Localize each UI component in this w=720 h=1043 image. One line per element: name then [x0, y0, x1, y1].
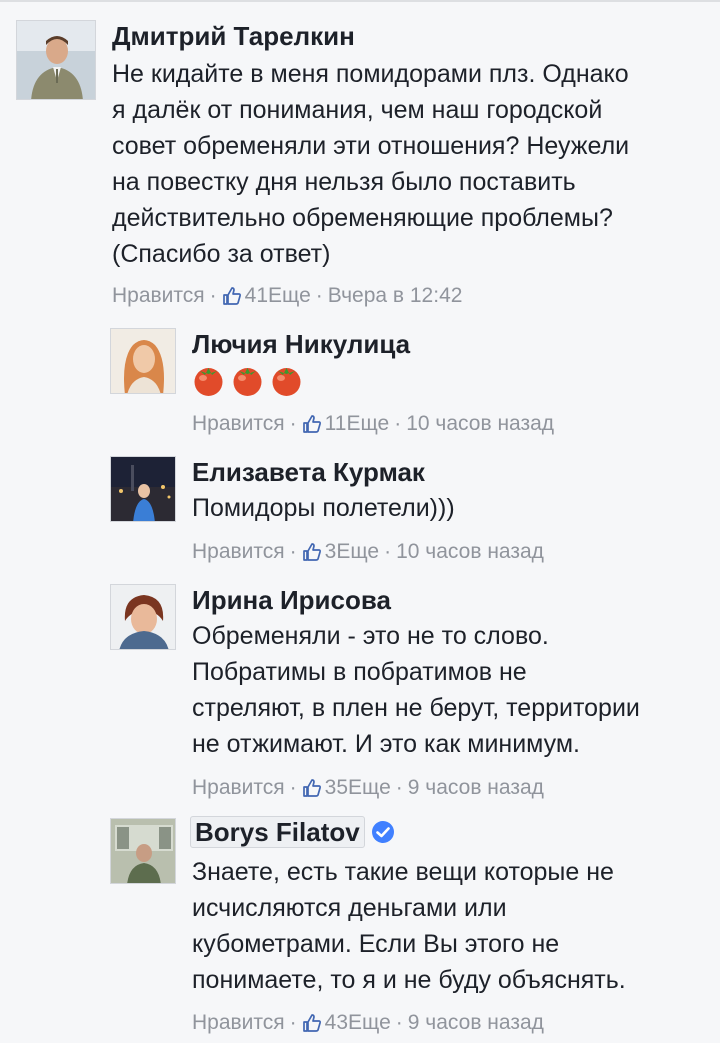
comment-line: исчисляются деньгами или	[192, 894, 507, 922]
meta-separator: ·	[395, 776, 403, 799]
like-count[interactable]: 3	[325, 538, 337, 566]
like-count[interactable]: 41	[245, 282, 268, 310]
comment-line: действительно обременяющие проблемы?	[112, 204, 613, 232]
comment-line: кубометрами. Если Вы этого не	[192, 930, 560, 958]
comment-line: Знаете, есть такие вещи которые не	[192, 858, 614, 886]
like-link[interactable]: Нравится	[192, 538, 285, 566]
reply-elizaveta: Елизавета Курмак Помидоры полетели))) Нр…	[0, 450, 720, 580]
more-link[interactable]: Еще	[348, 1009, 391, 1037]
comment-line: Побратимы в побратимов не	[192, 658, 527, 686]
author-name-highlight[interactable]: Borys Filatov	[190, 816, 365, 848]
comment-line: понимаете, то я и не буду объяснять.	[192, 966, 626, 994]
avatar[interactable]	[16, 20, 96, 100]
like-count[interactable]: 35	[325, 774, 348, 802]
tomato-icon	[231, 364, 264, 397]
comment-line: Обременяли - это не то слово.	[192, 622, 549, 650]
meta-separator: ·	[384, 540, 392, 563]
meta-separator: ·	[289, 412, 297, 435]
avatar[interactable]	[110, 584, 176, 650]
comment-dmitry: Дмитрий Тарелкин Не кидайте в меня помид…	[0, 0, 720, 320]
meta-separator: ·	[315, 284, 323, 307]
comment-line: Не кидайте в меня помидорами плз. Однако	[112, 60, 629, 88]
comment-line: совет обременяли эти отношения? Неужели	[112, 132, 630, 160]
comment-time[interactable]: 9 часов назад	[408, 1009, 544, 1037]
meta-separator: ·	[395, 1011, 403, 1034]
thumbs-up-icon	[302, 414, 322, 434]
avatar[interactable]	[110, 328, 176, 394]
like-count[interactable]: 11	[325, 410, 347, 438]
reply-irina: Ирина Ирисова Обременяли - это не то сло…	[0, 580, 720, 810]
meta-separator: ·	[289, 776, 297, 799]
like-link[interactable]: Нравится	[192, 774, 285, 802]
comment-author[interactable]: Лючия Никулица	[192, 328, 410, 360]
like-link[interactable]: Нравится	[112, 282, 205, 310]
comment-meta: Нравится · 11 Еще · 10 часов назад	[192, 410, 554, 438]
comment-meta: Нравится · 43 Еще · 9 часов назад	[192, 1009, 544, 1037]
comment-time[interactable]: Вчера в 12:42	[328, 282, 463, 310]
more-link[interactable]: Еще	[336, 538, 379, 566]
avatar[interactable]	[110, 818, 176, 884]
reply-borys: Borys Filatov Знаете, есть такие вещи ко…	[0, 810, 720, 1043]
meta-separator: ·	[289, 540, 297, 563]
comment-line: (Спасибо за ответ)	[112, 240, 331, 268]
more-link[interactable]: Еще	[268, 282, 311, 310]
comment-time[interactable]: 10 часов назад	[406, 410, 554, 438]
thumbs-up-icon	[302, 542, 322, 562]
comment-author[interactable]: Елизавета Курмак	[192, 456, 425, 488]
verified-badge-icon	[371, 819, 395, 843]
comment-time[interactable]: 9 часов назад	[408, 774, 544, 802]
reply-luchia: Лючия Никулица Нравится · 11 Еще · 10 ча…	[0, 320, 720, 450]
comment-line: Помидоры полетели)))	[192, 494, 455, 522]
comment-line: стреляют, в плен не берут, территории	[192, 694, 640, 722]
thumbs-up-icon	[222, 286, 242, 306]
thumbs-up-icon	[302, 1013, 322, 1033]
thumbs-up-icon	[302, 778, 322, 798]
comment-meta: Нравится · 3 Еще · 10 часов назад	[192, 538, 544, 566]
comment-line: не отжимают. И это как минимум.	[192, 730, 581, 758]
comment-meta: Нравится · 41 Еще · Вчера в 12:42	[112, 282, 462, 310]
like-link[interactable]: Нравится	[192, 1009, 285, 1037]
comment-line: я далёк от понимания, чем наш городской	[112, 96, 603, 124]
like-link[interactable]: Нравится	[192, 410, 285, 438]
tomato-icon	[192, 364, 225, 397]
comment-line: на повестку дня нельзя было поставить	[112, 168, 576, 196]
like-count[interactable]: 43	[325, 1009, 348, 1037]
comment-time[interactable]: 10 часов назад	[396, 538, 544, 566]
avatar[interactable]	[110, 456, 176, 522]
more-link[interactable]: Еще	[346, 410, 389, 438]
comment-author[interactable]: Ирина Ирисова	[192, 584, 391, 616]
meta-separator: ·	[394, 412, 402, 435]
more-link[interactable]: Еще	[348, 774, 391, 802]
comment-author[interactable]: Дмитрий Тарелкин	[112, 20, 355, 52]
emoji-row	[192, 364, 309, 402]
comment-meta: Нравится · 35 Еще · 9 часов назад	[192, 774, 544, 802]
meta-separator: ·	[289, 1011, 297, 1034]
meta-separator: ·	[209, 284, 217, 307]
tomato-icon	[270, 364, 303, 397]
comment-author[interactable]: Borys Filatov	[190, 816, 395, 848]
